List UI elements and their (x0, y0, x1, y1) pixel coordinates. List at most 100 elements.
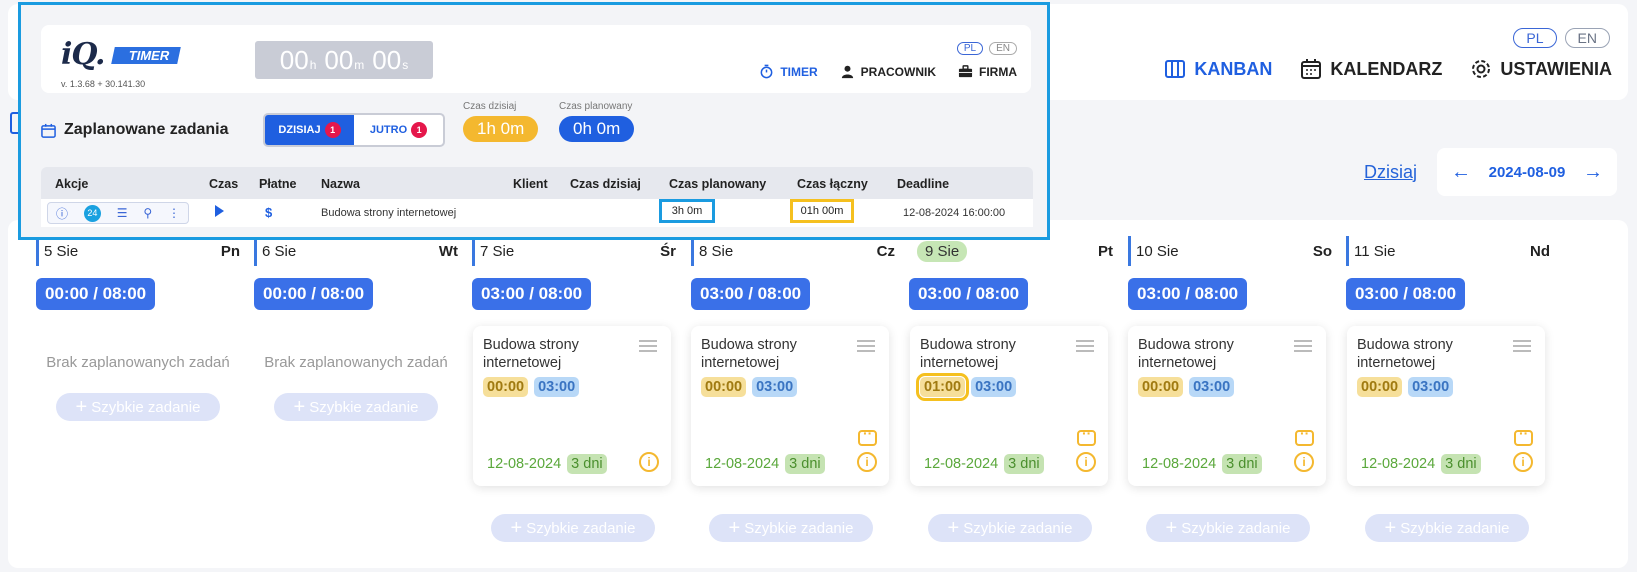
menu-icon[interactable] (857, 340, 875, 355)
stat-time-today-value: 1h 0m (463, 116, 539, 142)
task-card[interactable]: Budowa strony internetowej 00:00 03:00 12… (691, 326, 889, 486)
day-header: 9 Sie Pt (909, 236, 1113, 266)
day-name: So (1312, 242, 1332, 260)
quick-task-button[interactable]: + Szybkie zadanie (274, 393, 438, 421)
info-icon[interactable]: ⓘ (56, 205, 68, 222)
stat-time-planned-label: Czas planowany (559, 101, 633, 112)
day-number-today: 9 Sie (917, 240, 968, 262)
nav-ustawienia-label: USTAWIENIA (1500, 58, 1612, 79)
play-icon[interactable] (215, 205, 224, 217)
iq-timer-logo: iQ. TIMER (61, 37, 182, 72)
day-name: Cz (876, 242, 895, 260)
quick-task-label: Szybkie zadanie (1400, 519, 1510, 537)
info-icon[interactable]: i (1294, 452, 1314, 472)
quick-task-label: Szybkie zadanie (526, 519, 636, 537)
kanban-icon (1165, 60, 1186, 78)
menu-icon[interactable] (639, 340, 657, 355)
clock-seconds-unit: s (402, 58, 409, 72)
briefcase-icon (958, 65, 973, 78)
day-header: 10 Sie So (1128, 236, 1332, 266)
table-header: Akcje Czas Płatne Nazwa Klient Czas dzis… (41, 167, 1033, 199)
empty-message: Brak zaplanowanych zadań (264, 354, 448, 371)
widget-nav-firma[interactable]: FIRMA (958, 64, 1017, 79)
nav-kanban[interactable]: KANBAN (1164, 58, 1272, 80)
info-icon[interactable]: i (1513, 452, 1533, 472)
day-name: Pt (1098, 242, 1113, 260)
quick-task-button[interactable]: + Szybkie zadanie (1146, 514, 1310, 542)
lang-pl-button[interactable]: PL (1513, 28, 1557, 48)
toggle-tomorrow-label: JUTRO (369, 124, 408, 136)
comment-icon[interactable] (858, 425, 877, 446)
row-total: 01h 00m (790, 199, 854, 223)
dollar-icon[interactable]: $ (265, 205, 272, 220)
planned-time-tag: 03:00 (534, 377, 580, 397)
widget-header: iQ. TIMER v. 1.3.68 + 30.141.30 00h 00m … (41, 25, 1031, 93)
clock-minutes: 00 (324, 45, 354, 75)
info-icon[interactable]: i (857, 452, 877, 472)
list-icon[interactable]: ☰ (117, 206, 128, 220)
today-link[interactable]: Dzisiaj (1364, 162, 1417, 183)
widget-lang-pl[interactable]: PL (956, 42, 984, 55)
actual-time-tag: 01:00 (915, 373, 970, 401)
more-icon[interactable]: ⋮ (168, 206, 180, 220)
info-icon[interactable]: i (639, 452, 659, 472)
clock-seconds: 00 (372, 45, 402, 75)
day-name: Wt (438, 242, 458, 260)
quick-task-label: Szybkie zadanie (309, 398, 419, 416)
clock-hours-unit: h (309, 58, 317, 72)
nav-ustawienia[interactable]: USTAWIENIA (1470, 58, 1612, 80)
task-card[interactable]: Budowa strony internetowej 00:00 03:00 12… (1347, 326, 1545, 486)
info-icon[interactable]: i (1076, 452, 1096, 472)
toggle-today[interactable]: DZISIAJ 1 (265, 115, 354, 145)
logo-badge: TIMER (111, 47, 182, 64)
plus-icon: + (75, 396, 88, 418)
task-card[interactable]: Budowa strony internetowej 01:00 03:00 12… (910, 326, 1108, 486)
quick-task-button[interactable]: + Szybkie zadanie (56, 393, 220, 421)
current-date: 2024-08-09 (1488, 163, 1566, 181)
task-card[interactable]: Budowa strony internetowej 00:00 03:00 12… (473, 326, 671, 486)
quick-task-button[interactable]: + Szybkie zadanie (1365, 514, 1529, 542)
day-time-badge: 03:00 / 08:00 (472, 278, 592, 310)
quick-task-button[interactable]: + Szybkie zadanie (928, 514, 1092, 542)
task-card[interactable]: Budowa strony internetowej 00:00 03:00 12… (1128, 326, 1326, 486)
toggle-tomorrow[interactable]: JUTRO 1 (354, 115, 443, 145)
language-switcher: PL EN (1513, 28, 1610, 48)
row-name: Budowa strony internetowej (321, 207, 457, 219)
comment-icon[interactable] (1077, 425, 1096, 446)
th-czas: Czas (209, 177, 239, 191)
arrow-right-icon[interactable]: → (1583, 161, 1603, 184)
comment-icon[interactable] (1295, 425, 1314, 446)
comment-icon[interactable] (1514, 425, 1533, 446)
menu-icon[interactable] (1076, 340, 1094, 355)
menu-icon[interactable] (1513, 340, 1531, 355)
task-name: Budowa strony internetowej (1138, 337, 1234, 371)
widget-nav-pracownik[interactable]: PRACOWNIK (840, 64, 936, 79)
calendar-icon (41, 123, 56, 138)
quick-task-button[interactable]: + Szybkie zadanie (709, 514, 873, 542)
day-time-badge: 00:00 / 08:00 (36, 278, 156, 310)
menu-icon[interactable] (1294, 340, 1312, 355)
widget-nav-timer[interactable]: TIMER (759, 64, 818, 79)
clock-minutes-unit: m (354, 58, 365, 72)
quick-task-button[interactable]: + Szybkie zadanie (491, 514, 655, 542)
th-czas-laczny: Czas łączny (797, 177, 868, 191)
quick-task-label: Szybkie zadanie (91, 398, 201, 416)
day-number: 11 Sie (1354, 242, 1396, 260)
lang-en-button[interactable]: EN (1564, 28, 1610, 48)
pin-icon[interactable]: ⚲ (143, 206, 152, 220)
days-left-badge: 3 dni (1222, 454, 1262, 474)
actual-time-tag: 00:00 (1357, 377, 1403, 397)
arrow-left-icon[interactable]: ← (1451, 161, 1471, 184)
plus-icon: + (1384, 517, 1397, 539)
task-name: Budowa strony internetowej (701, 337, 797, 371)
th-czas-planowany: Czas planowany (669, 177, 767, 191)
version-label: v. 1.3.68 + 30.141.30 (61, 79, 146, 89)
table-row[interactable]: ⓘ 24 ☰ ⚲ ⋮ $ Budowa strony internetowej … (41, 199, 1033, 227)
day-time-badge: 03:00 / 08:00 (1346, 278, 1466, 310)
action-count-badge[interactable]: 24 (83, 204, 101, 222)
widget-lang-en[interactable]: EN (989, 42, 1017, 55)
plus-icon: + (1165, 517, 1178, 539)
day-header: 8 Sie Cz (691, 236, 895, 266)
days-left-badge: 3 dni (1004, 454, 1044, 474)
nav-kalendarz[interactable]: KALENDARZ (1300, 58, 1442, 80)
